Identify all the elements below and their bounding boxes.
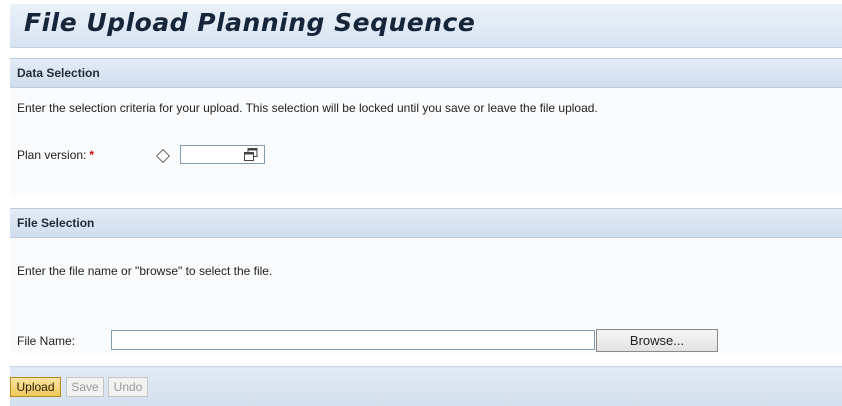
required-asterisk: * [89,148,95,162]
data-selection-body: Enter the selection criteria for your up… [10,88,842,196]
action-toolbar: Upload Save Undo [10,366,842,406]
file-selection-description: Enter the file name or "browse" to selec… [17,264,273,278]
save-button[interactable]: Save [66,377,104,397]
undo-button[interactable]: Undo [108,377,148,397]
data-selection-header: Data Selection [10,58,842,88]
data-selection-title: Data Selection [17,66,100,80]
file-selection-title: File Selection [17,216,95,230]
data-selection-description: Enter the selection criteria for your up… [17,101,598,115]
file-selection-header: File Selection [10,208,842,238]
plan-version-label: Plan version: [17,148,87,162]
file-upload-page: File Upload Planning Sequence Data Selec… [0,0,842,406]
upload-button[interactable]: Upload [10,377,61,397]
file-selection-panel: File Selection Enter the file name or "b… [10,208,842,353]
file-name-label: File Name: [17,334,76,348]
value-help-icon[interactable] [244,148,258,161]
page-header: File Upload Planning Sequence [10,4,842,48]
file-name-input[interactable] [111,330,595,350]
diamond-icon [155,148,171,164]
data-selection-panel: Data Selection Enter the selection crite… [10,58,842,196]
page-title: File Upload Planning Sequence [24,8,476,37]
browse-button[interactable]: Browse... [596,329,718,352]
file-selection-body: Enter the file name or "browse" to selec… [10,238,842,353]
plan-version-label-group: Plan version: * [17,148,94,162]
